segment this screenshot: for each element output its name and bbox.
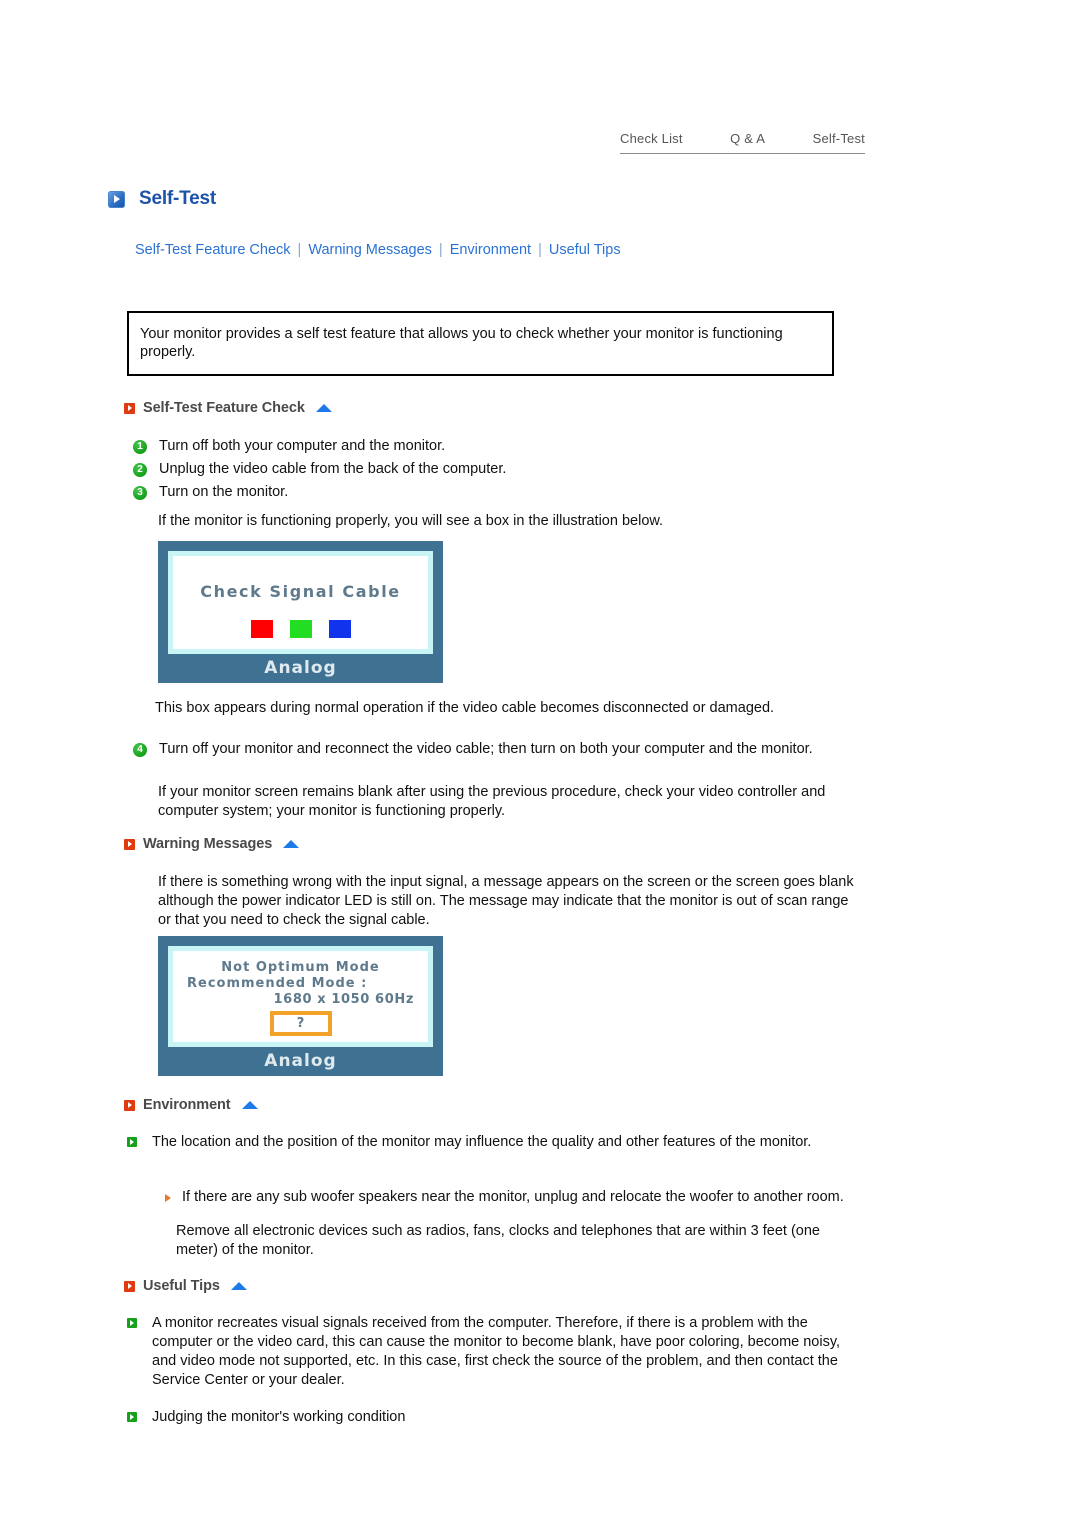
osd-mode-caption: Analog <box>264 1051 337 1071</box>
useful-tips-bullet-1-text: A monitor recreates visual signals recei… <box>152 1315 841 1388</box>
section-heading-useful-tips: Useful Tips <box>124 1278 247 1294</box>
back-to-top-icon[interactable] <box>315 403 332 412</box>
feature-check-after-steps-text: If the monitor is functioning properly, … <box>158 513 664 529</box>
tab-self-test[interactable]: Self-Test <box>813 131 865 146</box>
step-text-2: Unplug the video cable from the back of … <box>159 461 507 477</box>
list-item: 1 Turn off both your computer and the mo… <box>133 437 873 456</box>
orange-triangle-bullet-icon <box>165 1194 171 1202</box>
step-number-1: 1 <box>133 440 147 454</box>
page-title: Self-Test <box>139 188 217 209</box>
link-separator-2: | <box>438 242 443 258</box>
section-heading-feature-check: Self-Test Feature Check <box>124 400 332 416</box>
osd-screen-area: Check Signal Cable <box>168 551 433 654</box>
step-text-1: Turn off both your computer and the moni… <box>159 438 446 454</box>
environment-sub-bullet-2-text: Remove all electronic devices such as ra… <box>176 1223 820 1258</box>
anchor-link-row: Self-Test Feature Check | Warning Messages… <box>135 242 621 258</box>
list-item: 2 Unplug the video cable from the back o… <box>133 460 873 479</box>
warning-messages-text: If there is something wrong with the inp… <box>158 874 854 928</box>
section-heading-environment: Environment <box>124 1097 258 1113</box>
osd-screen-area: Not Optimum Mode Recommended Mode : 1680… <box>168 946 433 1047</box>
back-to-top-icon[interactable] <box>241 1100 258 1109</box>
intro-text: Your monitor provides a self test featur… <box>140 326 783 360</box>
section-label-environment: Environment <box>143 1097 231 1113</box>
tab-check-list[interactable]: Check List <box>620 131 683 146</box>
blue-swatch <box>328 620 351 638</box>
useful-tips-bullet-1: A monitor recreates visual signals recei… <box>127 1314 847 1390</box>
link-separator-1: | <box>297 242 302 258</box>
link-warning-messages[interactable]: Warning Messages <box>308 242 432 258</box>
list-item: 3 Turn on the monitor. <box>133 483 873 502</box>
osd-mode-line2: Recommended Mode : <box>187 976 368 991</box>
back-to-top-icon[interactable] <box>230 1281 247 1290</box>
rgb-color-swatches <box>173 620 428 638</box>
feature-check-step4: 4 Turn off your monitor and reconnect th… <box>133 740 873 763</box>
step-text-3: Turn on the monitor. <box>159 484 289 500</box>
step-number-3: 3 <box>133 486 147 500</box>
osd-not-optimum-mode: Not Optimum Mode Recommended Mode : 1680… <box>158 936 443 1076</box>
osd-mode-resolution: 1680 x 1050 60Hz <box>273 992 414 1007</box>
top-tab-nav: Check List Q & A Self-Test <box>620 131 865 154</box>
osd-mode-line1: Not Optimum Mode <box>221 960 380 975</box>
useful-tips-bullet-2-text: Judging the monitor's working condition <box>152 1409 406 1425</box>
green-play-bullet-icon <box>127 1137 137 1147</box>
step-number-4: 4 <box>133 743 147 757</box>
link-useful-tips[interactable]: Useful Tips <box>549 242 621 258</box>
osd-signal-title: Check Signal Cable <box>200 582 401 601</box>
red-play-square-icon <box>124 838 135 850</box>
environment-bullet: The location and the position of the mon… <box>127 1133 852 1152</box>
section-label-useful-tips: Useful Tips <box>143 1278 220 1294</box>
red-play-square-icon <box>124 1280 135 1292</box>
environment-sub-bullet-1: If there are any sub woofer speakers nea… <box>165 1188 855 1207</box>
green-play-bullet-icon <box>127 1412 137 1422</box>
back-to-top-icon[interactable] <box>283 839 300 848</box>
link-separator-3: | <box>538 242 542 258</box>
environment-bullet-text: The location and the position of the mon… <box>152 1134 812 1150</box>
link-environment[interactable]: Environment <box>450 242 531 258</box>
intro-box: Your monitor provides a self test featur… <box>127 311 834 376</box>
red-swatch <box>250 620 273 638</box>
blue-play-square-icon <box>108 190 125 208</box>
step-number-2: 2 <box>133 463 147 477</box>
feature-check-step4-note: If your monitor screen remains blank aft… <box>158 784 826 819</box>
list-item: 4 Turn off your monitor and reconnect th… <box>133 740 873 759</box>
red-play-square-icon <box>124 402 135 414</box>
osd-signal-caption: Analog <box>264 658 337 678</box>
section-label-feature-check: Self-Test Feature Check <box>143 400 305 416</box>
link-self-test-feature-check[interactable]: Self-Test Feature Check <box>135 242 291 258</box>
green-play-bullet-icon <box>127 1318 137 1328</box>
feature-check-steps: 1 Turn off both your computer and the mo… <box>133 437 873 506</box>
feature-check-after-image-text: This box appears during normal operation… <box>155 700 775 716</box>
green-swatch <box>289 620 312 638</box>
useful-tips-bullet-2: Judging the monitor's working condition <box>127 1408 847 1427</box>
environment-sub-bullet-1-text: If there are any sub woofer speakers nea… <box>182 1189 844 1205</box>
red-play-square-icon <box>124 1099 135 1111</box>
page-title-row: Self-Test <box>108 188 216 210</box>
section-heading-warning-messages: Warning Messages <box>124 836 300 852</box>
osd-check-signal-cable: Check Signal Cable Analog <box>158 541 443 683</box>
tab-q-and-a[interactable]: Q & A <box>730 131 765 146</box>
osd-question-box: ? <box>269 1011 332 1036</box>
step-text-4: Turn off your monitor and reconnect the … <box>159 741 813 757</box>
section-label-warning-messages: Warning Messages <box>143 836 273 852</box>
